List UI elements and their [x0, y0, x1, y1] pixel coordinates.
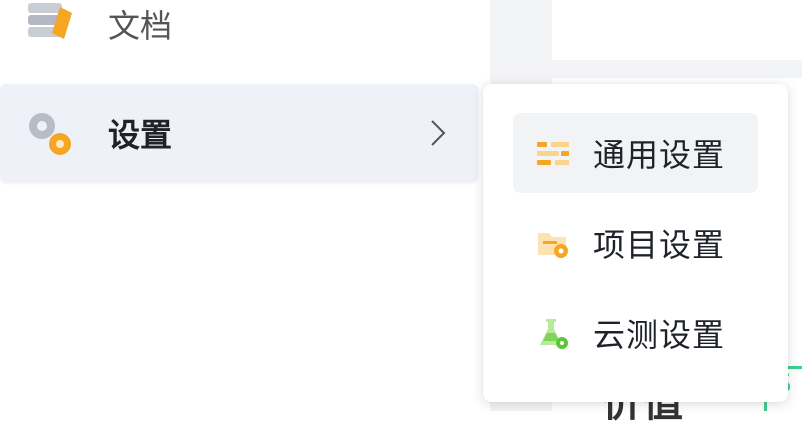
sidebar: 文档 设置 — [0, 0, 490, 411]
submenu-item-cloud-test-settings[interactable]: 云测设置 — [513, 293, 758, 373]
sidebar-item-docs[interactable]: 文档 — [0, 0, 478, 73]
flask-gear-icon — [540, 319, 568, 349]
sidebar-item-label: 文档 — [108, 7, 173, 45]
submenu-item-label: 通用设置 — [593, 136, 726, 174]
gear-cluster-icon — [29, 113, 71, 155]
submenu-item-label: 云测设置 — [593, 316, 726, 354]
submenu-item-project-settings[interactable]: 项目设置 — [513, 203, 758, 283]
sidebar-item-settings[interactable]: 设置 — [0, 84, 478, 182]
chevron-right-icon — [431, 120, 446, 146]
folder-gear-icon — [538, 233, 568, 258]
content-divider — [552, 60, 802, 78]
stacked-docs-icon — [28, 3, 72, 39]
sidebar-item-label: 设置 — [108, 116, 173, 154]
sliders-icon — [537, 142, 569, 165]
submenu-item-label: 项目设置 — [593, 226, 726, 264]
submenu-item-general-settings[interactable]: 通用设置 — [513, 113, 758, 193]
settings-submenu: 通用设置 项目设置 云测设置 — [483, 84, 788, 402]
